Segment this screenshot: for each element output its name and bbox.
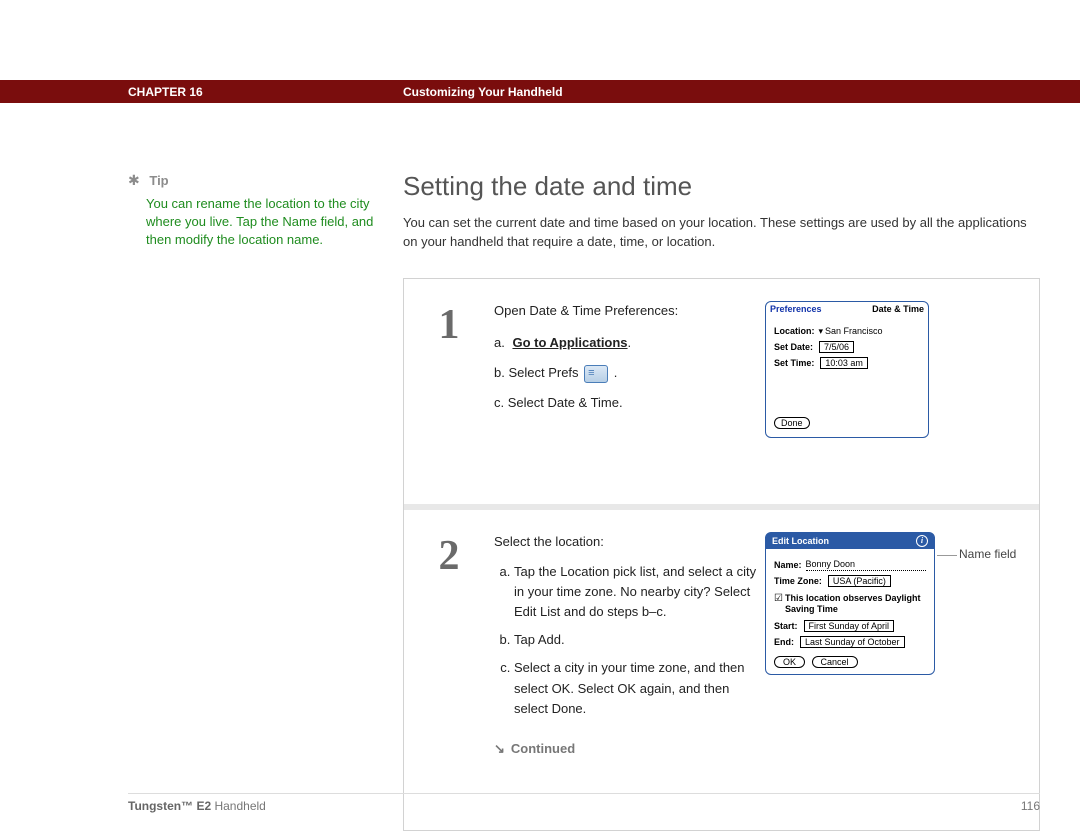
palm1-time-label: Set Time:: [774, 358, 814, 368]
palm2-end-label: End:: [774, 637, 794, 647]
step2-lead: Select the location:: [494, 532, 759, 552]
palm-prefs-screenshot: Preferences Date & Time Location: San Fr…: [765, 301, 929, 438]
palm1-loc-label: Location:: [774, 326, 815, 336]
footer-product-rest: Handheld: [211, 799, 266, 813]
info-icon: i: [916, 535, 928, 547]
palm1-title-right: Date & Time: [872, 304, 924, 314]
step2-c: Select a city in your time zone, and the…: [514, 658, 759, 718]
palm1-date-label: Set Date:: [774, 342, 813, 352]
palm2-end-value: Last Sunday of October: [800, 636, 905, 648]
name-field-callout: Name field: [959, 547, 1016, 561]
tip-label: Tip: [149, 173, 168, 188]
tip-body: You can rename the location to the city …: [146, 195, 388, 250]
step-1: 1 Open Date & Time Preferences: a. Go to…: [404, 279, 1039, 510]
palm2-name-label: Name:: [774, 560, 802, 570]
palm2-name-value: Bonny Doon: [806, 559, 926, 571]
step1-a-suffix: .: [628, 335, 632, 350]
steps-container: 1 Open Date & Time Preferences: a. Go to…: [403, 278, 1040, 831]
footer-product-bold: Tungsten™ E2: [128, 799, 211, 813]
step-2: 2 Select the location: Tap the Location …: [404, 510, 1039, 830]
palm-editlocation-screenshot: Edit Location i Name: Bonny Doon Time Zo…: [765, 532, 935, 675]
tip-sidebar: ✱ Tip You can rename the location to the…: [128, 171, 403, 831]
step1-lead: Open Date & Time Preferences:: [494, 301, 759, 321]
chapter-number: CHAPTER 16: [128, 85, 403, 99]
palm2-ok-button: OK: [774, 656, 805, 668]
step1-b-prefix: b. Select Prefs: [494, 365, 579, 380]
checkbox-icon: ☑: [774, 593, 783, 604]
section-intro: You can set the current date and time ba…: [403, 214, 1040, 252]
star-icon: ✱: [128, 172, 140, 188]
palm1-title-left: Preferences: [770, 304, 822, 314]
prefs-icon: [584, 365, 608, 383]
page-footer: Tungsten™ E2 Handheld 116: [128, 793, 1040, 813]
palm2-start-value: First Sunday of April: [804, 620, 895, 632]
palm2-title: Edit Location: [772, 536, 829, 546]
go-to-applications-link[interactable]: Go to Applications: [512, 335, 627, 350]
palm1-time-value: 10:03 am: [820, 357, 868, 369]
callout-line: [937, 555, 957, 556]
palm1-loc-value: San Francisco: [819, 326, 883, 337]
chapter-header: CHAPTER 16 Customizing Your Handheld: [0, 80, 1080, 103]
continued-arrow-icon: ↘: [494, 741, 505, 756]
palm1-date-value: 7/5/06: [819, 341, 854, 353]
chapter-title: Customizing Your Handheld: [403, 85, 563, 99]
palm2-start-label: Start:: [774, 621, 798, 631]
palm2-tz-label: Time Zone:: [774, 576, 822, 586]
step2-a: Tap the Location pick list, and select a…: [514, 562, 759, 622]
section-heading: Setting the date and time: [403, 171, 1040, 202]
step1-a-prefix: a.: [494, 335, 505, 350]
continued-label: Continued: [511, 741, 575, 756]
step1-c: c. Select Date & Time.: [494, 393, 759, 413]
palm2-cancel-button: Cancel: [812, 656, 858, 668]
step2-b: Tap Add.: [514, 630, 759, 650]
palm2-dst: This location observes Daylight Saving T…: [785, 593, 926, 616]
step-number: 2: [404, 532, 494, 812]
step-number: 1: [404, 301, 494, 486]
palm2-tz-value: USA (Pacific): [828, 575, 891, 587]
step1-b-suffix: .: [614, 365, 618, 380]
palm1-done-button: Done: [774, 417, 810, 429]
page-number: 116: [1021, 799, 1040, 813]
